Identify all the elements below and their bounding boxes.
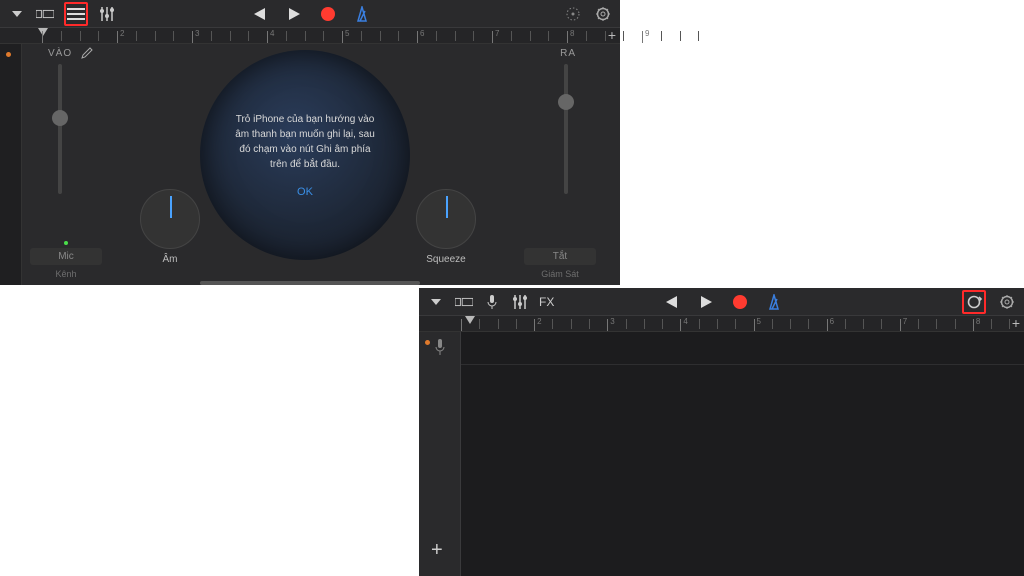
mixer-icon[interactable] xyxy=(98,5,116,23)
loop-icon xyxy=(965,293,983,311)
toolbar: FX xyxy=(419,288,1024,316)
ruler-bar-label: 6 xyxy=(420,29,424,38)
settings-icon[interactable] xyxy=(998,293,1016,311)
recorder-panel: + 23456789 VÀO RA Trỏ iPhone của bạn hướ… xyxy=(0,0,620,285)
record-prompt: Trỏ iPhone của bạn hướng vào âm thanh bạ… xyxy=(200,50,410,260)
tracks-body: + xyxy=(419,332,1024,576)
toolbar xyxy=(0,0,620,28)
rewind-icon[interactable] xyxy=(661,293,679,311)
squeeze-knob[interactable] xyxy=(416,189,476,249)
tracks-panel: FX + 23456789 xyxy=(419,288,1024,576)
mic-caption: Kênh xyxy=(30,269,102,279)
ruler-add-button[interactable]: + xyxy=(1012,315,1020,331)
track-row-divider xyxy=(461,364,1024,365)
metronome-icon[interactable] xyxy=(353,5,371,23)
squeeze-label: Squeeze xyxy=(411,254,481,265)
mic-cell: Mic Kênh xyxy=(30,241,102,279)
tuner-icon[interactable] xyxy=(564,5,582,23)
metronome-icon[interactable] xyxy=(765,293,783,311)
monitor-cell: Tắt Giám Sát xyxy=(524,241,596,279)
ruler-bar-label: 2 xyxy=(537,317,541,326)
list-icon xyxy=(67,5,85,23)
edit-icon[interactable] xyxy=(80,46,94,60)
timeline-ruler[interactable]: + 23456789 xyxy=(419,316,1024,332)
ruler-add-button[interactable]: + xyxy=(608,27,616,43)
tracks-view-button[interactable] xyxy=(64,2,88,26)
track-header-column: + xyxy=(419,332,461,576)
prompt-ok-button[interactable]: OK xyxy=(297,186,313,198)
play-icon[interactable] xyxy=(697,293,715,311)
output-label: RA xyxy=(560,48,576,59)
timeline-ruler[interactable]: + 23456789 xyxy=(0,28,620,44)
ruler-bar-label: 5 xyxy=(757,317,761,326)
tone-label: Âm xyxy=(135,254,205,265)
ruler-bar-label: 3 xyxy=(610,317,614,326)
slider-thumb[interactable] xyxy=(52,110,68,126)
horizontal-scrollbar[interactable] xyxy=(200,281,420,285)
playhead-icon[interactable] xyxy=(38,28,48,36)
disclosure-icon[interactable] xyxy=(427,293,445,311)
mic-icon[interactable] xyxy=(483,293,501,311)
playhead-icon[interactable] xyxy=(465,316,475,324)
play-icon[interactable] xyxy=(285,5,303,23)
mute-caption: Giám Sát xyxy=(524,269,596,279)
disclosure-icon[interactable] xyxy=(8,5,26,23)
mixer-icon[interactable] xyxy=(511,293,529,311)
live-indicator-icon xyxy=(64,241,68,245)
ruler-bar-label: 8 xyxy=(570,29,574,38)
ruler-bar-label: 4 xyxy=(270,29,274,38)
ruler-bar-label: 5 xyxy=(345,29,349,38)
track-instrument-icon[interactable] xyxy=(429,336,451,358)
ruler-bar-label: 8 xyxy=(976,317,980,326)
add-track-button[interactable]: + xyxy=(431,539,443,562)
input-label: VÀO xyxy=(48,48,72,59)
browser-icon[interactable] xyxy=(36,5,54,23)
slider-thumb[interactable] xyxy=(558,94,574,110)
ruler-bar-label: 6 xyxy=(830,317,834,326)
prompt-message: Trỏ iPhone của bạn hướng vào âm thanh bạ… xyxy=(230,112,380,172)
ruler-bar-label: 9 xyxy=(645,29,649,38)
rewind-icon[interactable] xyxy=(249,5,267,23)
loop-browser-button[interactable] xyxy=(962,290,986,314)
ruler-bar-label: 7 xyxy=(495,29,499,38)
track-strip xyxy=(0,44,22,285)
mic-button[interactable]: Mic xyxy=(30,248,102,265)
record-button[interactable] xyxy=(733,295,747,309)
browser-icon[interactable] xyxy=(455,293,473,311)
timeline-area[interactable] xyxy=(461,332,1024,576)
ruler-bar-label: 7 xyxy=(903,317,907,326)
recorder-body: VÀO RA Trỏ iPhone của bạn hướng vào âm t… xyxy=(0,44,620,285)
ruler-bar-label: 2 xyxy=(120,29,124,38)
tone-knob[interactable] xyxy=(140,189,200,249)
armed-indicator-icon xyxy=(6,52,11,57)
mute-button[interactable]: Tắt xyxy=(524,248,596,265)
record-button[interactable] xyxy=(321,7,335,21)
ruler-bar-label: 3 xyxy=(195,29,199,38)
ruler-bar-label: 4 xyxy=(683,317,687,326)
settings-icon[interactable] xyxy=(594,5,612,23)
input-slider[interactable] xyxy=(58,64,62,194)
output-slider[interactable] xyxy=(564,64,568,194)
fx-button[interactable]: FX xyxy=(539,295,554,309)
